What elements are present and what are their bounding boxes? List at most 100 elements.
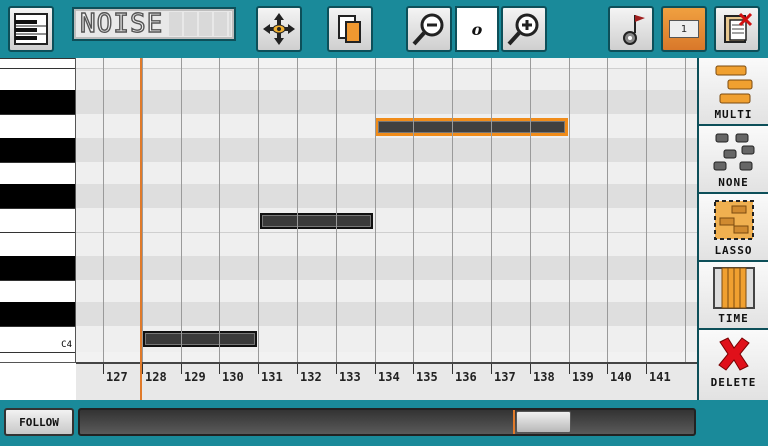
grid-beat-line bbox=[181, 58, 182, 362]
timeline-scrollbar[interactable] bbox=[78, 408, 696, 436]
grid-beat-line bbox=[491, 58, 492, 362]
scrollbar-thumb[interactable] bbox=[516, 411, 571, 433]
piano-key[interactable] bbox=[0, 184, 75, 208]
piano-key[interactable] bbox=[0, 138, 75, 162]
playhead[interactable] bbox=[140, 58, 142, 400]
note-block-selected[interactable] bbox=[375, 118, 568, 136]
grid-row bbox=[76, 208, 697, 232]
none-label: NONE bbox=[718, 176, 749, 189]
time-select-icon bbox=[712, 267, 755, 309]
channel-button[interactable]: 1 bbox=[661, 6, 707, 52]
deselect-icon bbox=[713, 133, 754, 171]
piano-key[interactable] bbox=[0, 208, 75, 232]
scroll-playhead-marker bbox=[513, 410, 515, 434]
follow-button[interactable]: FOLLOW bbox=[4, 408, 74, 436]
piano-key[interactable] bbox=[0, 162, 75, 184]
clipboard-delete-icon bbox=[724, 12, 753, 43]
piano-key[interactable] bbox=[0, 302, 75, 326]
channel-icon: 1 bbox=[669, 20, 699, 38]
clipboard-delete-button[interactable] bbox=[714, 6, 760, 52]
ruler-bar-number: 129 bbox=[184, 370, 206, 384]
ruler-bar-number: 135 bbox=[416, 370, 438, 384]
grid-beat-line bbox=[607, 58, 608, 362]
bar-ruler[interactable]: 127 128 129 130 131 132 133 134 135 136 137 138 139 1… bbox=[76, 362, 697, 400]
ruler-bar-number: 137 bbox=[494, 370, 516, 384]
grid-beat-line bbox=[336, 58, 337, 362]
lasso-tool-button[interactable]: LASSO bbox=[699, 194, 768, 262]
note-block[interactable] bbox=[260, 213, 373, 229]
grid-beat-line bbox=[646, 58, 647, 362]
zoom-out-button[interactable] bbox=[406, 6, 452, 52]
piano-roll-editor: NOISE o 1 C4 127 128 129 130 131 132 133… bbox=[0, 0, 768, 446]
lasso-label: LASSO bbox=[714, 244, 753, 257]
copy-icon bbox=[338, 15, 361, 43]
ruler-tick bbox=[607, 364, 608, 374]
grid-row bbox=[76, 302, 697, 326]
piano-key[interactable] bbox=[0, 114, 75, 138]
grid-row bbox=[76, 256, 697, 280]
multi-tool-button[interactable]: MULTI bbox=[699, 58, 768, 126]
piano-key[interactable] bbox=[0, 90, 75, 114]
piano-key[interactable] bbox=[0, 256, 75, 280]
ruler-tick bbox=[491, 364, 492, 374]
ruler-tick bbox=[297, 364, 298, 374]
grid-beat-line bbox=[142, 58, 143, 362]
lasso-icon bbox=[713, 200, 754, 240]
grid-row bbox=[76, 280, 697, 302]
ruler-bar-number: 132 bbox=[300, 370, 322, 384]
zoom-in-button[interactable] bbox=[501, 6, 547, 52]
ruler-bar-number: 127 bbox=[106, 370, 128, 384]
lcd-empty-cells bbox=[169, 12, 232, 36]
copy-button[interactable] bbox=[327, 6, 373, 52]
grid-beat-line bbox=[375, 58, 376, 362]
grid-beat-line bbox=[297, 58, 298, 362]
ruler-bar-number: 134 bbox=[378, 370, 400, 384]
ruler-tick bbox=[646, 364, 647, 374]
ruler-bar-number: 138 bbox=[533, 370, 555, 384]
note-grid[interactable] bbox=[76, 58, 697, 362]
piano-key[interactable] bbox=[0, 280, 75, 302]
grid-beat-line bbox=[103, 58, 104, 362]
piano-key-c4[interactable]: C4 bbox=[0, 326, 75, 352]
instrument-display[interactable]: NOISE bbox=[72, 7, 236, 41]
ruler-bar-number: 131 bbox=[261, 370, 283, 384]
ruler-tick bbox=[142, 364, 143, 374]
piano-icon bbox=[14, 13, 48, 45]
move-button[interactable] bbox=[256, 6, 302, 52]
piano-keyboard[interactable]: C4 bbox=[0, 58, 76, 362]
grid-row bbox=[76, 90, 697, 114]
note-settings-icon bbox=[623, 15, 645, 45]
multi-select-icon bbox=[715, 65, 752, 104]
grid-beat-line bbox=[452, 58, 453, 362]
ruler-tick bbox=[530, 364, 531, 374]
grid-beat-line bbox=[258, 58, 259, 362]
piano-key[interactable] bbox=[0, 58, 75, 68]
note-settings-button[interactable] bbox=[608, 6, 654, 52]
none-tool-button[interactable]: NONE bbox=[699, 126, 768, 194]
delete-tool-button[interactable]: DELETE bbox=[699, 330, 768, 400]
note-block[interactable] bbox=[143, 331, 257, 347]
ruler-bar-number: 128 bbox=[145, 370, 167, 384]
ruler-tick bbox=[336, 364, 337, 374]
bottom-bar: FOLLOW bbox=[0, 400, 768, 446]
note-value-display[interactable]: o bbox=[455, 6, 499, 52]
ruler-bar-number: 140 bbox=[610, 370, 632, 384]
piano-key[interactable] bbox=[0, 232, 75, 256]
grid-beat-line bbox=[569, 58, 570, 362]
delete-label: DELETE bbox=[710, 376, 757, 389]
zoom-in-icon bbox=[507, 13, 539, 46]
time-tool-button[interactable]: TIME bbox=[699, 262, 768, 330]
grid-row bbox=[76, 138, 697, 162]
piano-key[interactable] bbox=[0, 352, 75, 362]
grid-row bbox=[76, 162, 697, 184]
grid-beat-line bbox=[685, 58, 686, 362]
grid-beat-line bbox=[530, 58, 531, 362]
grid-row bbox=[76, 184, 697, 208]
piano-button[interactable] bbox=[8, 6, 54, 52]
tool-panel: MULTI NONE LASSO TIME DELETE bbox=[697, 58, 768, 400]
multi-label: MULTI bbox=[714, 108, 753, 121]
ruler-tick bbox=[452, 364, 453, 374]
grid-beat-line bbox=[219, 58, 220, 362]
ruler-tick bbox=[181, 364, 182, 374]
c4-label: C4 bbox=[61, 340, 72, 350]
